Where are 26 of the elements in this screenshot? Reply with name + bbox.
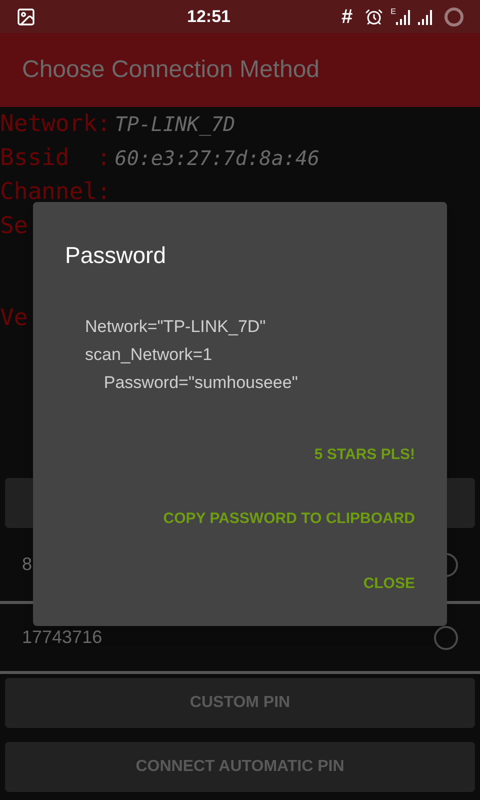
loading-icon bbox=[444, 6, 464, 26]
dialog-button[interactable]: CLOSE bbox=[363, 572, 415, 595]
dialog-text-line: Password="sumhouseee" bbox=[102, 372, 299, 394]
status-indicator: # bbox=[342, 4, 353, 30]
dialog-button[interactable]: COPY PASSWORD TO CLIPBOARD bbox=[163, 508, 415, 530]
dialog-button[interactable]: 5 STARS PLS! bbox=[314, 444, 415, 466]
action-button[interactable]: CONNECT AUTOMATIC PIN bbox=[5, 742, 475, 792]
info-label: Bssid : bbox=[0, 144, 111, 173]
action-button[interactable]: CUSTOM PIN bbox=[5, 678, 475, 728]
info-label: Ve bbox=[0, 305, 28, 331]
pin-value[interactable]: 17743716 bbox=[22, 624, 434, 651]
dialog-text-line: Network="TP-LINK_7D" bbox=[85, 316, 267, 338]
signal-icon bbox=[418, 8, 432, 24]
info-value: 60:e3:27:7d:8a:46 bbox=[114, 145, 320, 172]
info-label: Channel: bbox=[0, 178, 111, 207]
alarm-icon bbox=[364, 8, 383, 26]
info-label: Se bbox=[0, 212, 28, 241]
dialog-text-line: scan_Network=1 bbox=[85, 344, 214, 366]
image-icon bbox=[16, 6, 36, 26]
app-bar-title: Choose Connection Method bbox=[22, 55, 320, 85]
signal-icon bbox=[396, 8, 410, 24]
dialog-title: Password bbox=[65, 241, 167, 270]
info-value: TP-LINK_7D bbox=[114, 111, 236, 138]
network-type: E bbox=[390, 6, 396, 18]
info-label: Network: bbox=[0, 110, 111, 139]
clock: 12:51 bbox=[187, 6, 230, 28]
